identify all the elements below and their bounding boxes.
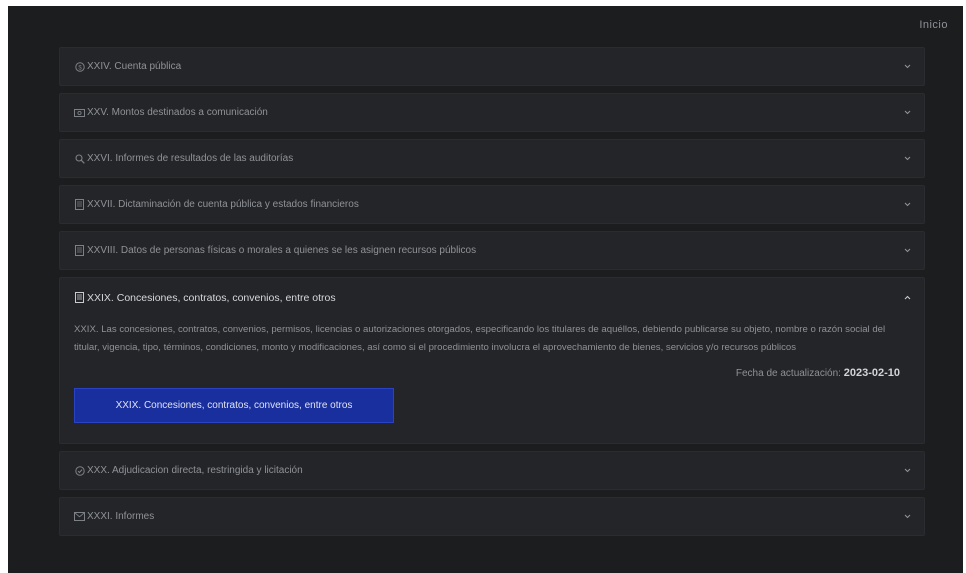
document-icon <box>74 245 85 256</box>
coin-icon: $ <box>74 61 85 72</box>
accordion-item-xxxi: XXXI. Informes <box>59 497 925 536</box>
accordion-label: XXV. Montos destinados a comunicación <box>87 107 268 118</box>
section-description: XXIX. Las concesiones, contratos, conven… <box>74 324 886 353</box>
accordion-header-xxix[interactable]: XXIX. Concesiones, contratos, convenios,… <box>60 278 924 317</box>
accordion-header-xxvii[interactable]: XXVII. Dictaminación de cuenta pública y… <box>60 186 924 223</box>
document-icon <box>74 292 85 303</box>
chevron-down-icon[interactable] <box>902 200 912 210</box>
accordion-label: XXX. Adjudicacion directa, restringida y… <box>87 465 303 476</box>
accordion-item-xxiv: $ XXIV. Cuenta pública <box>59 47 925 86</box>
top-navbar: Inicio <box>8 6 963 44</box>
accordion-header-xxiv[interactable]: $ XXIV. Cuenta pública <box>60 48 924 85</box>
accordion-header-xxxi[interactable]: XXXI. Informes <box>60 498 924 535</box>
accordion-item-xxvii: XXVII. Dictaminación de cuenta pública y… <box>59 185 925 224</box>
concesiones-link-button[interactable]: XXIX. Concesiones, contratos, convenios,… <box>74 388 394 423</box>
chevron-down-icon[interactable] <box>902 62 912 72</box>
update-date: Fecha de actualización: 2023-02-10 <box>74 367 900 379</box>
accordion-item-xxix: XXIX. Concesiones, contratos, convenios,… <box>59 277 925 444</box>
accordion-label: XXVII. Dictaminación de cuenta pública y… <box>87 199 359 210</box>
accordion-header-xxvi[interactable]: XXVI. Informes de resultados de las audi… <box>60 140 924 177</box>
accordion-label: XXVIII. Datos de personas físicas o mora… <box>87 245 477 256</box>
money-icon <box>74 107 85 118</box>
accordion-header-xxv[interactable]: XXV. Montos destinados a comunicación <box>60 94 924 131</box>
accordion-body-xxix: XXIX. Las concesiones, contratos, conven… <box>60 317 924 443</box>
chevron-down-icon[interactable] <box>902 246 912 256</box>
chevron-up-icon[interactable] <box>902 293 912 303</box>
chevron-down-icon[interactable] <box>902 512 912 522</box>
accordion-list: $ XXIV. Cuenta pública XXV. Montos desti… <box>59 47 925 543</box>
check-circle-icon <box>74 465 85 476</box>
accordion-label: XXIX. Concesiones, contratos, convenios,… <box>87 291 336 304</box>
update-date-value: 2023-02-10 <box>843 367 900 379</box>
nav-link-inicio[interactable]: Inicio <box>919 19 948 31</box>
accordion-header-xxx[interactable]: XXX. Adjudicacion directa, restringida y… <box>60 452 924 489</box>
chevron-down-icon[interactable] <box>902 108 912 118</box>
app-frame: Inicio $ XXIV. Cuenta pública XXV. Monto… <box>8 6 963 573</box>
accordion-item-xxvi: XXVI. Informes de resultados de las audi… <box>59 139 925 178</box>
accordion-label: XXXI. Informes <box>87 511 155 522</box>
accordion-item-xxv: XXV. Montos destinados a comunicación <box>59 93 925 132</box>
document-icon <box>74 199 85 210</box>
accordion-label: XXIV. Cuenta pública <box>87 61 182 72</box>
search-icon <box>74 153 85 164</box>
chevron-down-icon[interactable] <box>902 154 912 164</box>
accordion-item-xxviii: XXVIII. Datos de personas físicas o mora… <box>59 231 925 270</box>
mail-icon <box>74 511 85 522</box>
update-date-label: Fecha de actualización: <box>735 368 844 379</box>
chevron-down-icon[interactable] <box>902 466 912 476</box>
accordion-header-xxviii[interactable]: XXVIII. Datos de personas físicas o mora… <box>60 232 924 269</box>
accordion-label: XXVI. Informes de resultados de las audi… <box>87 153 294 164</box>
accordion-item-xxx: XXX. Adjudicacion directa, restringida y… <box>59 451 925 490</box>
